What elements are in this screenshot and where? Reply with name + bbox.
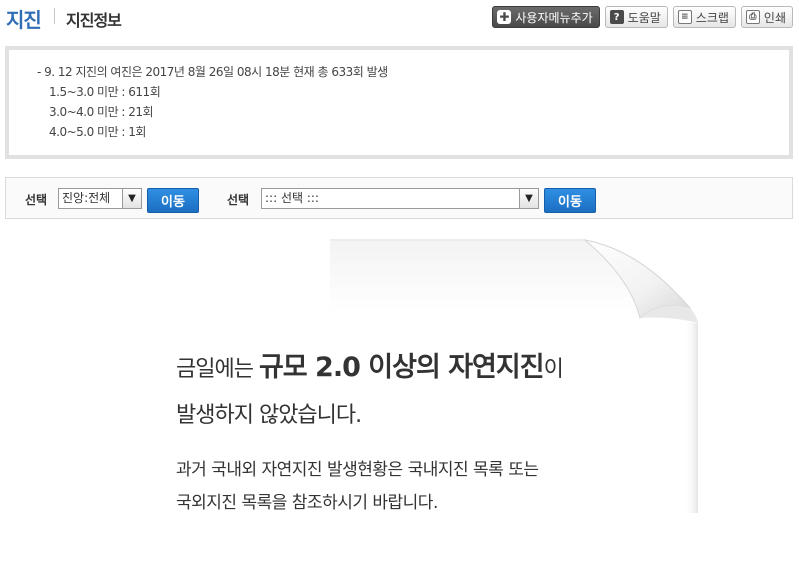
plus-icon: ✚ bbox=[497, 10, 512, 24]
go-button-1[interactable]: 이동 bbox=[147, 188, 199, 213]
question-icon: ? bbox=[609, 10, 624, 24]
help-button[interactable]: ? 도움말 bbox=[604, 6, 668, 28]
chevron-down-icon: ▼ bbox=[519, 189, 538, 208]
notice-headline: 금일에는 규모 2.0 이상의 자연지진이 bbox=[176, 345, 564, 384]
aftershock-range-3: 4.0~5.0 미만 : 1회 bbox=[49, 125, 146, 139]
epicenter-select[interactable]: 진앙:전체 ▼ bbox=[58, 188, 142, 209]
scrap-button[interactable]: ≡ 스크랩 bbox=[672, 6, 736, 28]
list-select[interactable]: ::: 선택 ::: ▼ bbox=[261, 188, 539, 209]
print-button[interactable]: ⎙ 인쇄 bbox=[740, 6, 793, 28]
select-label-2: 선택 bbox=[227, 193, 250, 207]
chevron-down-icon: ▼ bbox=[122, 189, 141, 208]
clipboard-icon: ≡ bbox=[677, 10, 692, 24]
notice-headline-post: 이 bbox=[543, 357, 564, 382]
aftershock-range-1: 1.5~3.0 미만 : 611회 bbox=[49, 85, 161, 99]
epicenter-select-value: 진앙:전체 bbox=[62, 191, 111, 205]
printer-icon: ⎙ bbox=[745, 10, 760, 24]
toolbar: ✚ 사용자메뉴추가 ? 도움말 ≡ 스크랩 ⎙ 인쇄 bbox=[492, 6, 793, 28]
notice-headline-2: 발생하지 않았습니다. bbox=[176, 403, 362, 428]
page-header: 지진 지진정보 ✚ 사용자메뉴추가 ? 도움말 ≡ 스크랩 ⎙ 인쇄 bbox=[0, 0, 799, 36]
print-label: 인쇄 bbox=[763, 10, 786, 25]
select-label-1: 선택 bbox=[25, 193, 48, 207]
add-user-menu-label: 사용자메뉴추가 bbox=[515, 10, 593, 25]
notice-guidance-2: 국외지진 목록을 참조하시기 바랍니다. bbox=[176, 493, 438, 513]
aftershock-range-2: 3.0~4.0 미만 : 21회 bbox=[49, 105, 154, 119]
aftershock-info-box: - 9. 12 지진의 여진은 2017년 8월 26일 08시 18분 현재 … bbox=[5, 46, 793, 159]
notice-headline-emphasis: 규모 2.0 이상의 자연지진 bbox=[258, 352, 545, 383]
page-subtitle: 지진정보 bbox=[66, 11, 122, 30]
title-divider bbox=[54, 8, 55, 24]
help-label: 도움말 bbox=[627, 10, 661, 25]
notice-paper bbox=[0, 228, 799, 584]
paper-curl-graphic bbox=[330, 239, 698, 528]
selection-bar: 선택 진앙:전체 ▼ 이동 선택 ::: 선택 ::: ▼ 이동 bbox=[5, 177, 793, 219]
add-user-menu-button[interactable]: ✚ 사용자메뉴추가 bbox=[492, 6, 600, 28]
aftershock-summary: - 9. 12 지진의 여진은 2017년 8월 26일 08시 18분 현재 … bbox=[37, 65, 388, 79]
page-title: 지진 bbox=[6, 8, 42, 32]
notice-headline-pre: 금일에는 bbox=[176, 357, 259, 382]
scrap-label: 스크랩 bbox=[695, 10, 729, 25]
list-select-value: ::: 선택 ::: bbox=[265, 191, 319, 205]
notice-guidance-1: 과거 국내외 자연지진 발생현황은 국내지진 목록 또는 bbox=[176, 460, 539, 480]
go-button-2[interactable]: 이동 bbox=[544, 188, 596, 213]
